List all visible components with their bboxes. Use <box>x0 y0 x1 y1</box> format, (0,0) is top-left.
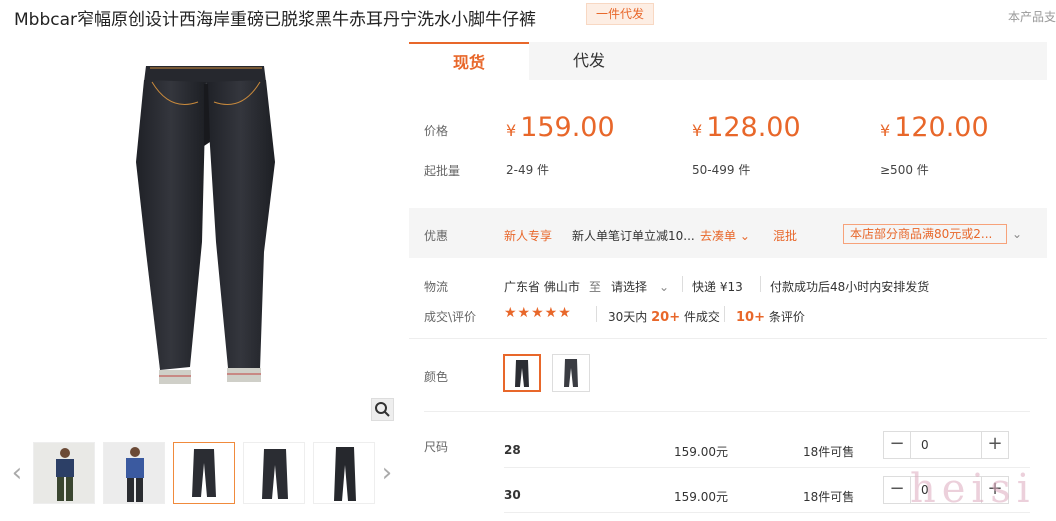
store-offer-box[interactable]: 本店部分商品满80元或2... <box>843 224 1007 244</box>
thumb-prev-icon[interactable]: ‹ <box>8 458 26 488</box>
divider <box>596 306 597 322</box>
currency-symbol: ¥ <box>880 121 891 140</box>
size-price: 159.00元 <box>674 490 728 504</box>
express-fee: 快递 ¥13 <box>692 280 743 294</box>
minus-button[interactable]: − <box>884 477 910 503</box>
sales-count[interactable]: 30天内 20+ 件成交 <box>608 308 720 325</box>
to-text: 至 <box>589 280 602 294</box>
destination-value: 请选择 <box>611 280 648 294</box>
mix-batch-link[interactable]: 混批 <box>773 227 797 244</box>
color-label: 颜色 <box>424 370 449 384</box>
divider <box>760 276 761 292</box>
tab-dropship[interactable]: 代发 <box>529 42 649 80</box>
color-swatch-active[interactable] <box>503 354 541 392</box>
price-value: 128.00 <box>706 112 801 143</box>
moq-range-1: 2-49 件 <box>506 163 550 177</box>
sales-prefix: 30天内 <box>608 310 648 324</box>
go-bundle-link[interactable]: 去凑单 ⌄ <box>700 227 750 244</box>
tab-bar: 现货 代发 <box>409 42 1047 80</box>
price-value: 159.00 <box>520 112 615 143</box>
new-user-tag[interactable]: 新人专享 <box>504 227 552 244</box>
sales-suffix: 件成交 <box>683 310 720 324</box>
moq-label: 起批量 <box>424 164 461 178</box>
section-divider <box>409 338 1047 339</box>
trade-label: 成交\评价 <box>424 310 477 324</box>
promo-bar: 优惠 新人专享 新人单笔订单立减10... 去凑单 ⌄ 混批 本店部分商品满80… <box>409 208 1047 258</box>
magnifier-icon <box>375 402 390 417</box>
size-value: 28 <box>504 443 521 457</box>
promo-expand-icon[interactable]: ⌄ <box>1012 227 1022 241</box>
zoom-button[interactable] <box>371 398 394 421</box>
currency-symbol: ¥ <box>506 121 517 140</box>
size-value: 30 <box>504 488 521 502</box>
sales-number: 20+ <box>651 310 681 325</box>
product-title: Mbbcar窄幅原创设计西海岸重磅已脱浆黑牛赤耳丹宁洗水小脚牛仔裤 <box>14 10 537 30</box>
price-value: 120.00 <box>894 112 989 143</box>
price-label: 价格 <box>424 124 449 138</box>
chevron-down-icon: ⌄ <box>659 280 670 294</box>
review-count[interactable]: 10+ 条评价 <box>736 308 805 325</box>
row-divider <box>504 512 1030 513</box>
size-stock: 18件可售 <box>803 490 855 504</box>
thumbnail[interactable] <box>33 442 95 504</box>
size-stock: 18件可售 <box>803 445 855 459</box>
watermark: heisi <box>910 466 1036 512</box>
destination-select[interactable]: 请选择 ⌄ <box>611 278 669 295</box>
review-suffix: 条评价 <box>768 310 805 324</box>
quantity-stepper: − 0 + <box>883 431 1009 459</box>
main-product-image[interactable] <box>20 42 395 427</box>
thumbnail-strip: ‹ › <box>0 440 405 506</box>
new-user-desc: 新人单笔订单立减10... <box>572 229 695 243</box>
origin-text: 广东省 佛山市 <box>504 280 580 294</box>
divider <box>682 276 683 292</box>
size-row: 28 159.00元 18件可售 − 0 + <box>409 431 1047 471</box>
divider <box>724 306 725 322</box>
price-tier-1: ¥159.00 <box>506 112 615 143</box>
moq-range-2: 50-499 件 <box>692 163 751 177</box>
color-swatch[interactable] <box>552 354 590 392</box>
thumbnail[interactable] <box>313 442 375 504</box>
thumbnail[interactable] <box>103 442 165 504</box>
title-bar: Mbbcar窄幅原创设计西海岸重磅已脱浆黑牛赤耳丹宁洗水小脚牛仔裤 一件代发 本… <box>0 0 1056 34</box>
moq-range-3: ≥500 件 <box>880 163 929 177</box>
currency-symbol: ¥ <box>692 121 703 140</box>
thumbnail-active[interactable] <box>173 442 235 504</box>
rating-stars: ★★★★★ <box>504 305 572 321</box>
section-divider <box>424 411 1030 412</box>
quantity-input[interactable]: 0 <box>910 432 982 458</box>
thumbnail[interactable] <box>243 442 305 504</box>
jeans-illustration <box>136 66 275 384</box>
top-right-text: 本产品支 <box>1008 10 1056 24</box>
go-bundle-label: 去凑单 <box>700 229 737 243</box>
size-price: 159.00元 <box>674 445 728 459</box>
review-number: 10+ <box>736 310 765 325</box>
tab-spot[interactable]: 现货 <box>409 42 529 80</box>
minus-button[interactable]: − <box>884 432 910 458</box>
chevron-down-icon: ⌄ <box>739 229 750 243</box>
ship-note: 付款成功后48小时内安排发货 <box>770 280 930 294</box>
price-tier-2: ¥128.00 <box>692 112 801 143</box>
dropship-tag[interactable]: 一件代发 <box>586 3 654 25</box>
promo-label: 优惠 <box>424 229 449 243</box>
thumb-next-icon[interactable]: › <box>378 458 396 488</box>
logistics-label: 物流 <box>424 280 449 294</box>
price-tier-3: ¥120.00 <box>880 112 989 143</box>
plus-button[interactable]: + <box>982 432 1008 458</box>
